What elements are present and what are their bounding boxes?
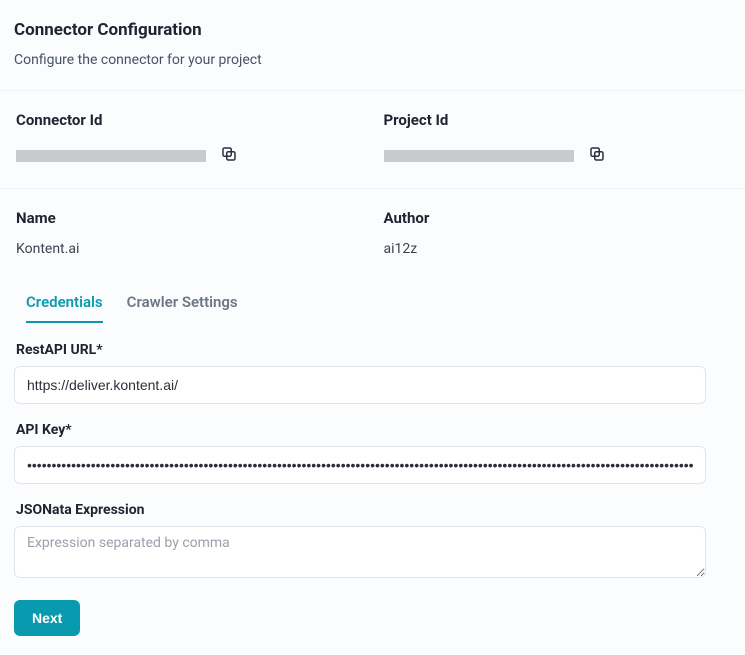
api-key-label: API Key* [14, 422, 731, 438]
page-subtitle: Configure the connector for your project [14, 52, 731, 68]
project-id-label: Project Id [384, 111, 732, 129]
restapi-url-input[interactable] [14, 366, 706, 404]
name-label: Name [16, 209, 364, 227]
tabs: Credentials Crawler Settings [14, 285, 731, 324]
tab-crawler-settings[interactable]: Crawler Settings [127, 285, 238, 323]
connector-id-value [16, 150, 206, 162]
jsonata-expression-textarea[interactable] [14, 526, 706, 578]
copy-icon [588, 145, 606, 166]
name-value: Kontent.ai [16, 241, 364, 257]
connector-id-copy-button[interactable] [218, 143, 240, 168]
connector-id-label: Connector Id [16, 111, 364, 129]
project-id-copy-button[interactable] [586, 143, 608, 168]
api-key-input[interactable] [14, 446, 706, 484]
section-divider [0, 188, 745, 189]
project-id-value [384, 150, 574, 162]
ids-row: Connector Id Project Id [14, 111, 731, 168]
name-block: Name Kontent.ai [16, 209, 364, 257]
section-divider [0, 90, 745, 91]
copy-icon [220, 145, 238, 166]
name-author-row: Name Kontent.ai Author ai12z [14, 209, 731, 257]
author-value: ai12z [384, 241, 732, 257]
page-title: Connector Configuration [14, 20, 731, 40]
author-label: Author [384, 209, 732, 227]
jsonata-expression-label: JSONata Expression [14, 502, 731, 518]
connector-id-block: Connector Id [16, 111, 364, 168]
next-button[interactable]: Next [14, 600, 80, 636]
project-id-block: Project Id [384, 111, 732, 168]
restapi-url-label: RestAPI URL* [14, 342, 731, 358]
author-block: Author ai12z [384, 209, 732, 257]
tab-credentials[interactable]: Credentials [26, 285, 103, 323]
credentials-form: RestAPI URL* API Key* JSONata Expression… [14, 342, 731, 636]
